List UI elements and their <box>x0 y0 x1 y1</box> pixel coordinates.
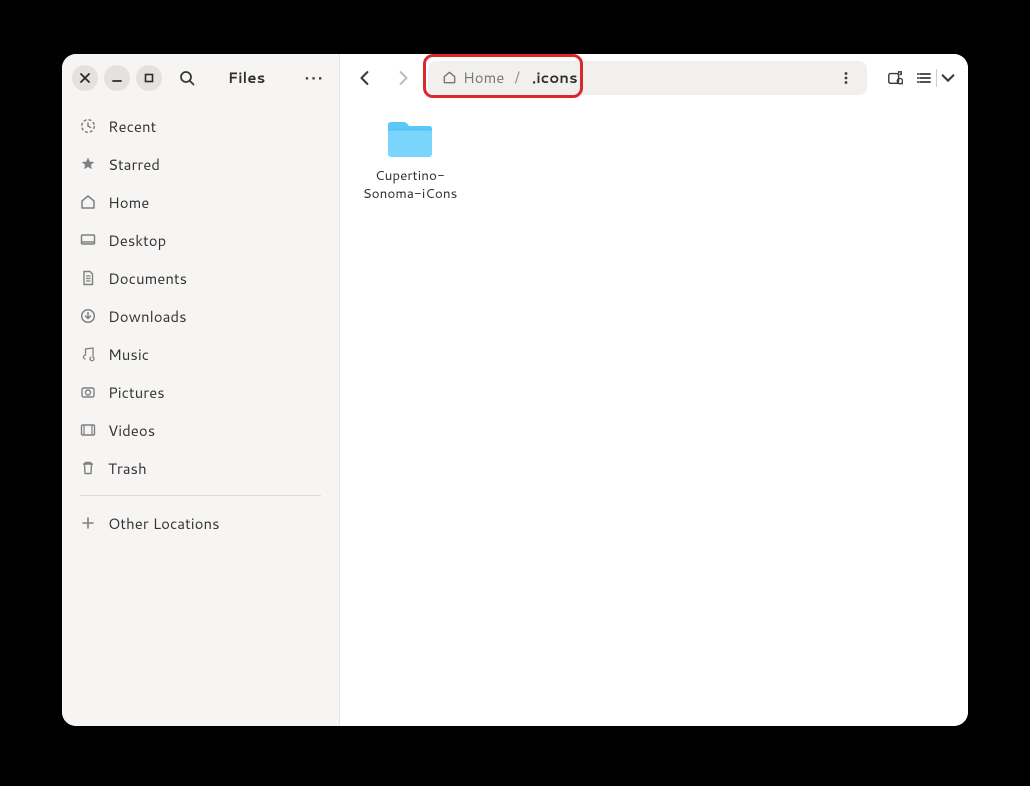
content-area[interactable]: Cupertino-Sonoma-iCons <box>340 101 968 726</box>
search-icon <box>179 70 195 86</box>
plus-icon <box>80 515 96 531</box>
new-tab-icon <box>887 70 903 86</box>
sidebar-item-videos[interactable]: Videos <box>62 411 339 449</box>
sidebar-item-trash[interactable]: Trash <box>62 449 339 487</box>
home-icon <box>80 194 96 210</box>
chevron-right-icon <box>396 71 410 85</box>
breadcrumb-home[interactable]: Home <box>434 61 512 95</box>
headerbar-right: Home / .icons <box>340 54 968 101</box>
music-icon <box>80 346 96 362</box>
sidebar-item-label: Documents <box>108 268 187 289</box>
sidebar-item-label: Pictures <box>108 382 165 403</box>
new-tab-button[interactable] <box>879 62 911 94</box>
list-view-icon <box>917 70 933 86</box>
pathbar: Home / .icons <box>428 61 867 95</box>
star-icon <box>80 156 96 172</box>
close-icon <box>79 72 91 84</box>
vertical-dots-icon <box>838 70 854 86</box>
folder-item[interactable]: Cupertino-Sonoma-iCons <box>360 111 460 202</box>
home-icon <box>442 70 457 85</box>
chevron-left-icon <box>358 71 372 85</box>
downloads-icon <box>80 308 96 324</box>
main-pane: Home / .icons <box>340 54 968 726</box>
separator <box>936 69 937 87</box>
chevron-down-icon <box>940 70 956 86</box>
sidebar-item-label: Trash <box>108 458 147 479</box>
view-mode-button[interactable] <box>913 62 960 94</box>
sidebar-item-label: Home <box>108 192 149 213</box>
sidebar-menu-button[interactable]: ••• <box>299 63 329 93</box>
sidebar-item-pictures[interactable]: Pictures <box>62 373 339 411</box>
folder-icon <box>384 117 436 161</box>
documents-icon <box>80 270 96 286</box>
back-button[interactable] <box>348 61 382 95</box>
videos-icon <box>80 422 96 438</box>
sidebar-item-downloads[interactable]: Downloads <box>62 297 339 335</box>
sidebar-item-label: Other Locations <box>108 513 220 534</box>
sidebar-item-recent[interactable]: Recent <box>62 107 339 145</box>
sidebar: Files ••• Recent Starred Home Desktop <box>62 54 340 726</box>
app-title: Files <box>208 67 293 88</box>
maximize-button[interactable] <box>136 65 162 91</box>
maximize-icon <box>143 72 155 84</box>
sidebar-item-label: Recent <box>108 116 156 137</box>
folder-label: Cupertino-Sonoma-iCons <box>360 167 460 202</box>
sidebar-item-desktop[interactable]: Desktop <box>62 221 339 259</box>
pictures-icon <box>80 384 96 400</box>
sidebar-item-documents[interactable]: Documents <box>62 259 339 297</box>
breadcrumb-home-label: Home <box>463 67 504 88</box>
headerbar-left: Files ••• <box>62 54 339 101</box>
sidebar-item-label: Videos <box>108 420 155 441</box>
path-menu-button[interactable] <box>831 63 861 93</box>
sidebar-item-label: Downloads <box>108 306 187 327</box>
sidebar-item-starred[interactable]: Starred <box>62 145 339 183</box>
sidebar-item-home[interactable]: Home <box>62 183 339 221</box>
breadcrumb-current-label: .icons <box>532 67 578 88</box>
trash-icon <box>80 460 96 476</box>
sidebar-item-label: Music <box>108 344 149 365</box>
sidebar-list: Recent Starred Home Desktop Documents Do… <box>62 101 339 548</box>
forward-button[interactable] <box>386 61 420 95</box>
breadcrumb-current[interactable]: .icons <box>522 61 588 95</box>
dots-icon: ••• <box>304 65 324 91</box>
minimize-button[interactable] <box>104 65 130 91</box>
sidebar-item-other-locations[interactable]: Other Locations <box>62 504 339 542</box>
search-button[interactable] <box>172 63 202 93</box>
minimize-icon <box>111 72 123 84</box>
sidebar-item-label: Starred <box>108 154 160 175</box>
sidebar-divider <box>80 495 321 496</box>
sidebar-item-label: Desktop <box>108 230 166 251</box>
desktop-icon <box>80 232 96 248</box>
recent-icon <box>80 118 96 134</box>
breadcrumb-separator: / <box>512 66 522 89</box>
close-button[interactable] <box>72 65 98 91</box>
file-manager-window: Files ••• Recent Starred Home Desktop <box>62 54 968 726</box>
toolbar-right <box>879 62 960 94</box>
sidebar-item-music[interactable]: Music <box>62 335 339 373</box>
